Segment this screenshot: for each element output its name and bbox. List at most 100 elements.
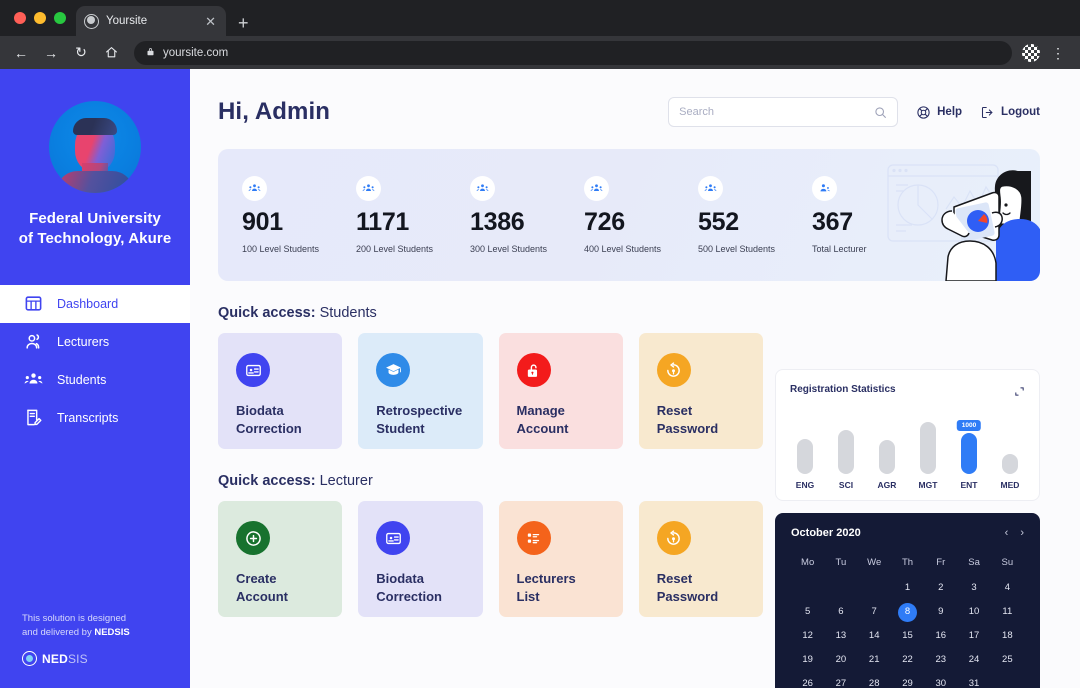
expand-icon[interactable] xyxy=(1014,384,1025,402)
profile-avatar-icon[interactable] xyxy=(1022,44,1040,62)
card-manage-account[interactable]: Manage Account xyxy=(499,333,623,449)
chart-bar-ent[interactable]: 1000 xyxy=(958,412,980,474)
calendar-day[interactable]: 3 xyxy=(957,578,990,598)
calendar-day[interactable]: 22 xyxy=(891,650,924,670)
minimize-window-button[interactable] xyxy=(34,12,46,24)
lock-icon xyxy=(517,353,551,387)
calendar-day[interactable]: 23 xyxy=(924,650,957,670)
chart-bar-agr[interactable] xyxy=(876,412,898,474)
browser-tab[interactable]: Yoursite ✕ xyxy=(76,6,226,36)
calendar-day[interactable]: 31 xyxy=(957,674,990,688)
calendar-day[interactable]: 9 xyxy=(924,602,957,622)
id-card-icon xyxy=(376,521,410,555)
card-reset-password-student[interactable]: Reset Password xyxy=(639,333,763,449)
stat-card: 1171 200 Level Students xyxy=(356,176,470,254)
calendar-dow: Mo xyxy=(791,553,824,574)
calendar-day[interactable]: 13 xyxy=(824,626,857,646)
calendar-day[interactable]: 7 xyxy=(858,602,891,622)
reset-password-icon xyxy=(657,521,691,555)
stat-label: 500 Level Students xyxy=(698,244,812,254)
qa-lecturer-title-rest: Lecturer xyxy=(316,473,373,489)
calendar-day[interactable]: 25 xyxy=(991,650,1024,670)
calendar-day[interactable]: 29 xyxy=(891,674,924,688)
calendar-day[interactable]: 2 xyxy=(924,578,957,598)
calendar-day[interactable]: 5 xyxy=(791,602,824,622)
calendar-day[interactable]: 27 xyxy=(824,674,857,688)
card-create-account[interactable]: Create Account xyxy=(218,501,342,617)
card-biodata-correction-lecturer[interactable]: Biodata Correction xyxy=(358,501,482,617)
reload-icon[interactable]: ↻ xyxy=(68,40,94,66)
stat-value: 1386 xyxy=(470,210,584,235)
search-input[interactable] xyxy=(679,106,874,118)
calendar-day[interactable]: 26 xyxy=(791,674,824,688)
calendar-day[interactable]: 12 xyxy=(791,626,824,646)
address-bar[interactable]: yoursite.com xyxy=(134,41,1012,65)
logout-icon xyxy=(980,105,995,120)
calendar-day[interactable]: 18 xyxy=(991,626,1024,646)
chart-bar-sci[interactable] xyxy=(835,412,857,474)
calendar-day[interactable]: 4 xyxy=(991,578,1024,598)
card-label: Biodata Correction xyxy=(376,570,464,606)
back-icon[interactable]: ← xyxy=(8,40,34,66)
new-tab-button[interactable]: + xyxy=(238,14,249,32)
graduation-cap-icon xyxy=(376,353,410,387)
bar-label: SCI xyxy=(835,480,857,490)
card-reset-password-lecturer[interactable]: Reset Password xyxy=(639,501,763,617)
bar xyxy=(920,422,936,474)
close-window-button[interactable] xyxy=(14,12,26,24)
calendar-dow: Fr xyxy=(924,553,957,574)
stat-value: 552 xyxy=(698,210,812,235)
home-icon[interactable] xyxy=(98,40,124,66)
header-actions: Help Logout xyxy=(668,97,1040,127)
calendar-day[interactable]: 14 xyxy=(858,626,891,646)
footer-line-2-prefix: and delivered by xyxy=(22,627,94,638)
browser-toolbar: ← → ↻ yoursite.com ⋮ xyxy=(0,36,1080,69)
calendar-next-icon[interactable]: › xyxy=(1020,528,1024,539)
page-content: Federal University of Technology, Akure … xyxy=(0,69,1080,688)
calendar-day[interactable]: 19 xyxy=(791,650,824,670)
sidebar-brand: Federal University of Technology, Akure xyxy=(0,69,190,250)
sidebar-item-dashboard[interactable]: Dashboard xyxy=(0,285,190,323)
calendar-day[interactable]: 20 xyxy=(824,650,857,670)
chart-title: Registration Statistics xyxy=(790,384,896,395)
calendar-prev-icon[interactable]: ‹ xyxy=(1005,528,1009,539)
card-lecturers-list[interactable]: Lecturers List xyxy=(499,501,623,617)
sidebar-item-transcripts[interactable]: Transcripts xyxy=(0,399,190,437)
sidebar-item-lecturers[interactable]: Lecturers xyxy=(0,323,190,361)
logout-button[interactable]: Logout xyxy=(980,105,1040,120)
bar-label: AGR xyxy=(876,480,898,490)
chart-bar-mgt[interactable] xyxy=(917,412,939,474)
help-button[interactable]: Help xyxy=(916,105,962,120)
card-retrospective-student[interactable]: Retrospective Student xyxy=(358,333,482,449)
calendar-day[interactable]: 17 xyxy=(957,626,990,646)
calendar-day[interactable]: 10 xyxy=(957,602,990,622)
calendar-day[interactable]: 15 xyxy=(891,626,924,646)
calendar-day[interactable]: 21 xyxy=(858,650,891,670)
calendar-day-selected[interactable]: 8 xyxy=(891,602,924,622)
forward-icon[interactable]: → xyxy=(38,40,64,66)
calendar-day[interactable]: 30 xyxy=(924,674,957,688)
calendar-day[interactable]: 1 xyxy=(891,578,924,598)
page-title: Hi, Admin xyxy=(218,98,330,126)
footer-line-1: This solution is designed xyxy=(22,613,126,624)
card-biodata-correction-student[interactable]: Biodata Correction xyxy=(218,333,342,449)
calendar-day[interactable]: 24 xyxy=(957,650,990,670)
sidebar-item-students[interactable]: Students xyxy=(0,361,190,399)
students-group-icon xyxy=(242,176,267,201)
browser-menu-icon[interactable]: ⋮ xyxy=(1044,46,1072,60)
close-tab-icon[interactable]: ✕ xyxy=(203,13,218,30)
search-box[interactable] xyxy=(668,97,898,127)
qa-lecturer-title-bold: Quick access: xyxy=(218,473,316,489)
bar xyxy=(961,433,977,474)
card-label: Lecturers List xyxy=(517,570,605,606)
dashboard-illustration xyxy=(870,149,1040,281)
calendar-day[interactable]: 11 xyxy=(991,602,1024,622)
chart-bar-eng[interactable] xyxy=(794,412,816,474)
calendar-day[interactable]: 28 xyxy=(858,674,891,688)
chart-bar-med[interactable] xyxy=(999,412,1021,474)
calendar-day[interactable]: 16 xyxy=(924,626,957,646)
maximize-window-button[interactable] xyxy=(54,12,66,24)
list-icon xyxy=(517,521,551,555)
lecturers-icon xyxy=(24,332,43,351)
calendar-day[interactable]: 6 xyxy=(824,602,857,622)
